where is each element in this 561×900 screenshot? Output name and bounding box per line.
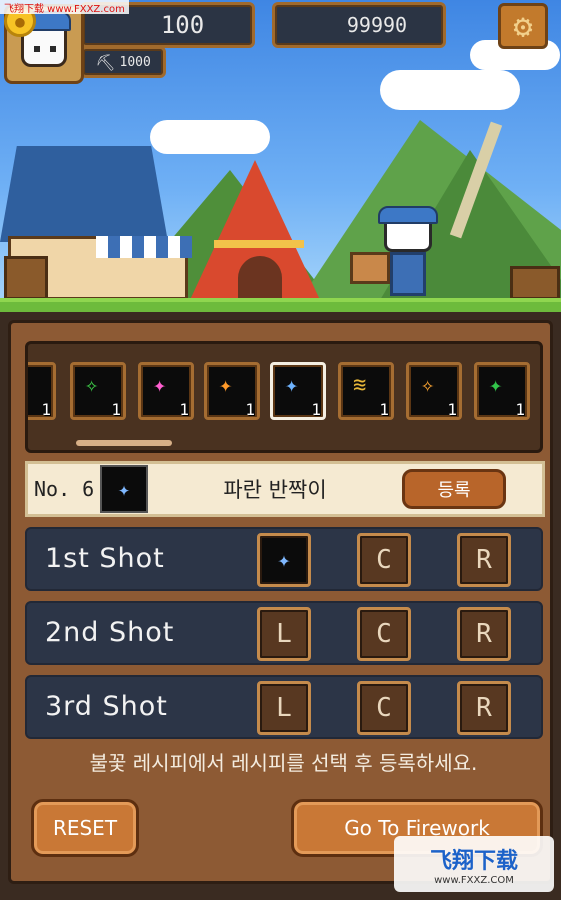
shot-center-slot[interactable]: C [357, 533, 411, 587]
shot-right-slot[interactable]: R [457, 681, 511, 735]
shot-left-slot[interactable]: L [257, 607, 311, 661]
firework-pink-icon: ✦ [153, 373, 167, 398]
recipe-slot[interactable]: ✦ 1 [474, 362, 530, 420]
settings-button[interactable]: ⚙ [498, 3, 548, 49]
watermark-logo-url: www.FXXZ.COM [434, 874, 514, 886]
register-button[interactable]: 등록 [402, 469, 506, 509]
firework-green-dots-icon: ✦ [489, 373, 503, 398]
firework-purple-icon: ✦ [28, 375, 29, 397]
recipe-slot[interactable]: ✧ 1 [406, 362, 462, 420]
shot-row-2: 2nd Shot L C R [25, 601, 543, 665]
recipe-slot[interactable]: ✧ 1 [70, 362, 126, 420]
firework-panel: ✦ 1 ✧ 1 ✦ 1 ✦ 1 ✦ 1 ≋ 1 [0, 312, 561, 900]
watermark-logo-text: 飞翔下载 [429, 848, 518, 874]
pickaxe-count: 1000 [119, 54, 151, 70]
watermark-logo: 飞翔下载 www.FXXZ.COM [394, 836, 554, 892]
ground [0, 298, 561, 312]
slot-count: 1 [515, 400, 525, 419]
slot-count: 1 [179, 400, 189, 419]
slot-count: 1 [245, 400, 255, 419]
pickaxe-icon: ⛏ [95, 52, 116, 72]
pickaxe-display: ⛏ 1000 [80, 46, 166, 78]
shot-row-3: 3rd Shot L C R [25, 675, 543, 739]
recipe-slot[interactable]: ≋ 1 [338, 362, 394, 420]
recipe-slot-selected[interactable]: ✦ 1 [270, 362, 326, 420]
watermark-text: 飞翔下载 www.FXXZ.com [0, 0, 129, 15]
hp-value: 100 [160, 11, 205, 39]
firework-gold-wings-icon: ≋ [353, 373, 367, 398]
shot-left-slot[interactable]: L [257, 681, 311, 735]
recipe-strip[interactable]: ✦ 1 ✧ 1 ✦ 1 ✦ 1 ✦ 1 ≋ 1 [25, 341, 543, 453]
firework-orange-icon: ✦ [219, 373, 233, 398]
firework-orange-dots-icon: ✧ [421, 373, 435, 398]
tent-door [238, 256, 282, 300]
shot-left-slot[interactable]: ✦ [257, 533, 311, 587]
recipe-slot[interactable]: ✦ 1 [204, 362, 260, 420]
instruction-text: 불꽃 레시피에서 레시피를 선택 후 등록하세요. [89, 751, 478, 775]
firework-green-icon: ✧ [85, 373, 99, 398]
shot-label: 2nd Shot [45, 617, 175, 648]
coin-value: 99990 [346, 13, 408, 37]
shot-center-slot[interactable]: C [357, 681, 411, 735]
shot-center-slot[interactable]: C [357, 607, 411, 661]
firework-blue-icon: ✦ [277, 547, 291, 573]
slot-count: 1 [311, 400, 321, 419]
coin-display: 99990 [272, 2, 446, 48]
reset-button[interactable]: RESET [31, 799, 139, 857]
mine-cart [510, 266, 560, 300]
shop-awning [96, 236, 192, 258]
recipe-number: No. 6 [34, 477, 95, 501]
tent-band [214, 240, 304, 248]
miner-helmet [378, 206, 438, 224]
recipe-slot[interactable]: ✦ 1 [138, 362, 194, 420]
firework-blue-icon: ✦ [100, 465, 148, 513]
signpost [350, 252, 390, 284]
firework-blue-icon: ✦ [285, 373, 299, 398]
shot-right-slot[interactable]: R [457, 533, 511, 587]
eye [50, 46, 56, 52]
shop-roof [0, 146, 168, 242]
selected-recipe-bar: No. 6 ✦ 파란 반짝이 등록 [25, 461, 545, 517]
shot-row-1: 1st Shot ✦ C R [25, 527, 543, 591]
slot-count: 1 [111, 400, 121, 419]
shot-label: 3rd Shot [45, 691, 168, 722]
shot-right-slot[interactable]: R [457, 607, 511, 661]
slot-count: 1 [447, 400, 457, 419]
recipe-name: 파란 반짝이 [223, 478, 327, 502]
shot-label: 1st Shot [45, 543, 165, 574]
slot-count: 1 [41, 400, 51, 419]
crates [4, 256, 48, 300]
recipe-slot[interactable]: ✦ 1 [28, 362, 56, 420]
panel-frame: ✦ 1 ✧ 1 ✦ 1 ✦ 1 ✦ 1 ≋ 1 [8, 320, 553, 884]
eye [34, 46, 40, 52]
miner-cat-body [390, 252, 426, 296]
slot-count: 1 [379, 400, 389, 419]
recipe-scrollbar[interactable] [76, 440, 172, 446]
gear-icon: ⚙ [513, 7, 533, 45]
